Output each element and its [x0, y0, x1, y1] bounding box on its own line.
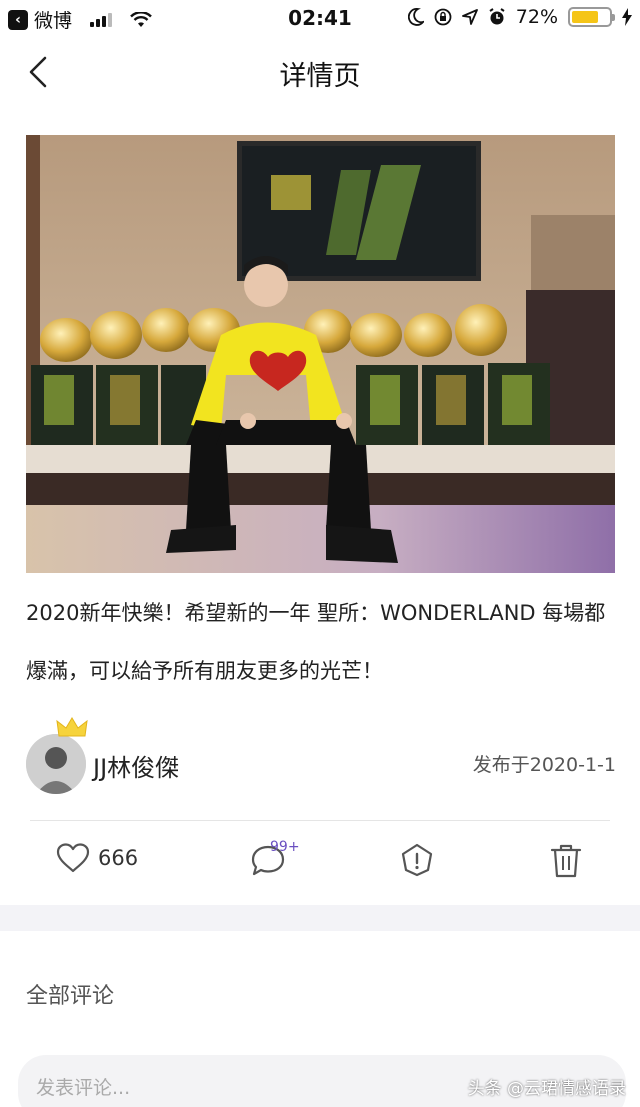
crown-icon [56, 717, 88, 737]
watermark: 头条 @云珺情感语录 [467, 1079, 626, 1099]
like-button[interactable]: 666 [56, 843, 138, 873]
report-shield-icon [401, 843, 433, 877]
divider [30, 820, 610, 821]
like-count: 666 [98, 846, 139, 870]
page-title: 详情页 [279, 61, 361, 92]
heart-icon [56, 843, 90, 873]
post-text: 2020新年快樂！希望新的一年 聖所：WONDERLAND 每場都爆滿，可以給予… [26, 601, 606, 683]
charging-bolt-icon [622, 8, 632, 26]
comment-count-badge: 99+ [270, 839, 300, 855]
moon-icon [407, 8, 424, 26]
location-arrow-icon [461, 9, 478, 25]
rotation-lock-icon [434, 8, 452, 26]
navigation-bar: 详情页 [0, 40, 640, 104]
battery-icon [568, 7, 615, 27]
action-bar: 666 99+ [0, 835, 640, 891]
author-row: JJ林俊傑 发布于2020-1-1 [26, 717, 616, 798]
status-right: 72% [407, 6, 632, 28]
post-photo-illustration [26, 135, 615, 573]
avatar-image [26, 734, 86, 794]
trash-icon [550, 844, 582, 878]
delete-button[interactable] [550, 843, 582, 879]
publish-date: 发布于2020-1-1 [472, 754, 616, 776]
report-button[interactable] [400, 843, 434, 877]
section-separator [0, 905, 640, 931]
comments-header: 全部评论 [26, 984, 115, 1009]
battery-percent: 72% [515, 6, 558, 28]
author-avatar[interactable] [26, 734, 86, 794]
author-name[interactable]: JJ林俊傑 [93, 748, 179, 783]
post-photo[interactable] [26, 135, 615, 573]
status-bar: ‹ 微博 02:41 72% [0, 0, 640, 36]
alarm-icon [489, 8, 505, 25]
comment-button[interactable]: 99+ [250, 839, 300, 877]
